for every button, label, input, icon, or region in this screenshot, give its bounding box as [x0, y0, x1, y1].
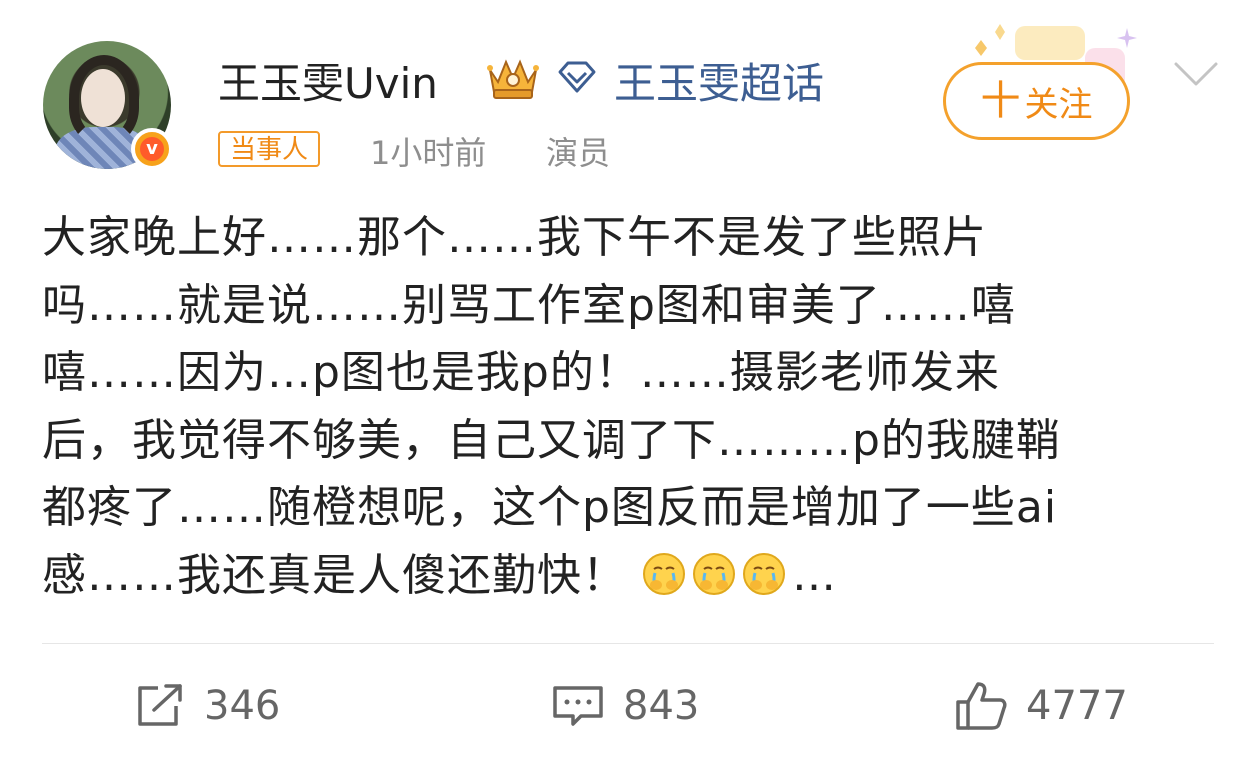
- follow-button[interactable]: 十 关注: [943, 62, 1130, 140]
- post-time: 1小时前: [370, 134, 487, 172]
- plus-icon: 十: [980, 78, 1021, 124]
- post-text-ellipsis: …: [792, 549, 837, 601]
- like-button[interactable]: 4777: [954, 680, 1128, 732]
- like-count: 4777: [1026, 683, 1128, 729]
- user-name[interactable]: 王玉雯Uvin: [218, 50, 438, 111]
- crown-icon: [487, 59, 539, 99]
- post-line: 吗……就是说……别骂工作室p图和审美了……嘻: [42, 279, 1016, 331]
- crying-emoji-icon: [643, 552, 685, 595]
- supertopic-link[interactable]: 王玉雯超话: [614, 50, 824, 111]
- post-line-last: 感……我还真是人傻还勤快！ …: [42, 542, 1222, 610]
- divider: [42, 643, 1214, 644]
- user-role: 演员: [546, 134, 611, 172]
- party-badge: 当事人: [218, 131, 321, 167]
- repost-button[interactable]: 346: [134, 680, 280, 732]
- diamond-icon: [558, 61, 596, 93]
- post-line: 后，我觉得不够美，自己又调了下………p的我腱鞘: [42, 414, 1061, 466]
- repost-icon: [138, 684, 182, 726]
- chevron-down-icon[interactable]: [1172, 58, 1220, 90]
- post-line: 都疼了……随橙想呢，这个p图反而是增加了一些ai: [42, 482, 1058, 534]
- verified-badge-icon: v: [131, 128, 173, 170]
- post-line: 嘻……因为…p图也是我p的！……摄影老师发来: [42, 347, 1000, 399]
- post-body: 大家晚上好……那个……我下午不是发了些照片 吗……就是说……别骂工作室p图和审美…: [42, 204, 1222, 610]
- post-text: 感……我还真是人傻还勤快！: [42, 549, 627, 601]
- follow-label: 关注: [1024, 84, 1093, 125]
- thumbs-up-icon: [956, 682, 1007, 730]
- post-line: 大家晚上好……那个……我下午不是发了些照片: [42, 212, 987, 263]
- repost-count: 346: [204, 683, 281, 729]
- avatar-face: [81, 69, 125, 127]
- comment-icon: [553, 686, 603, 726]
- verified-glyph: v: [140, 137, 164, 161]
- comment-button[interactable]: 843: [551, 680, 699, 732]
- comment-count: 843: [623, 683, 700, 729]
- crying-emoji-icon: [693, 552, 735, 595]
- crying-emoji-icon: [743, 552, 785, 595]
